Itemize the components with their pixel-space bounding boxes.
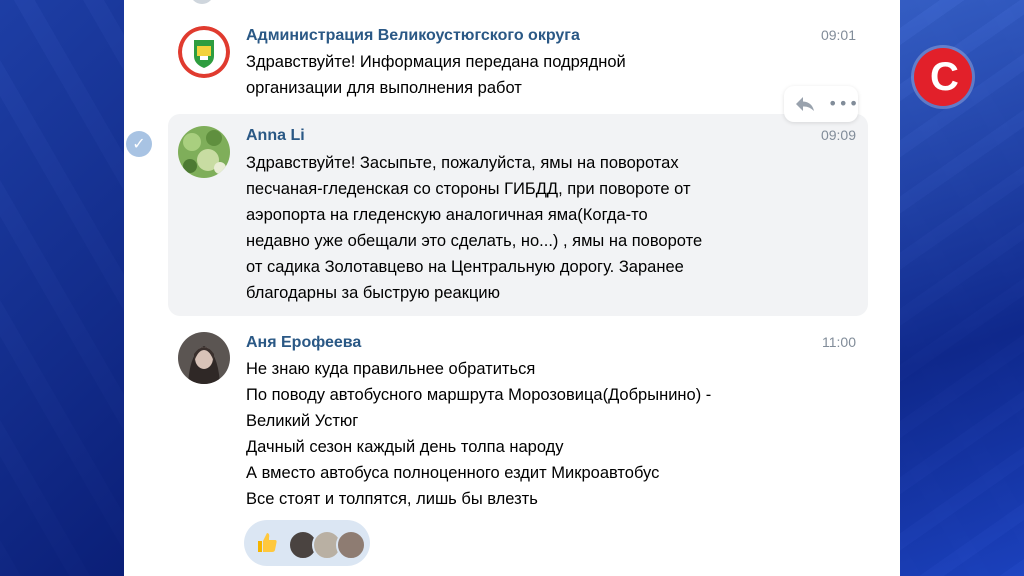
message-actions-toolbar: •••	[784, 86, 858, 122]
author-avatar[interactable]	[178, 332, 230, 384]
thumbs-up-icon[interactable]	[254, 529, 280, 555]
message-line: организации для выполнения работ	[246, 79, 522, 97]
previous-message-avatar	[190, 0, 214, 4]
message-author[interactable]: Администрация Великоустюгского округа	[246, 26, 580, 46]
chat-panel: Администрация Великоустюгского округа 09…	[124, 0, 900, 576]
nature-photo-avatar	[178, 126, 230, 178]
reply-icon[interactable]	[794, 93, 816, 115]
municipality-emblem-icon	[178, 26, 230, 78]
select-check-icon[interactable]: ✓	[126, 131, 152, 157]
message-line: Дачный сезон каждый день толпа народу	[246, 438, 564, 456]
message-author[interactable]: Anna Li	[246, 126, 305, 146]
message-line: Здравствуйте! Засыпьте, пожалуйста, ямы …	[246, 154, 679, 172]
message-author[interactable]: Аня Ерофеева	[246, 333, 361, 353]
more-icon[interactable]: •••	[828, 94, 859, 113]
channel-logo-letter: С	[930, 55, 959, 99]
message-item-selected[interactable]: ✓ Anna Li 09:09 Здравствуйте! Засыпьте, …	[126, 114, 868, 316]
message-text: Здравствуйте! Засыпьте, пожалуйста, ямы …	[246, 150, 846, 306]
reactions-bar[interactable]	[244, 520, 370, 566]
message-text: Не знаю куда правильнее обратиться По по…	[246, 356, 846, 512]
message-line: Великий Устюг	[246, 412, 359, 430]
message-time: 11:00	[822, 334, 856, 350]
tv-channel-logo: С	[914, 48, 972, 106]
author-avatar[interactable]	[178, 26, 230, 78]
message-line: благодарны за быструю реакцию	[246, 284, 500, 302]
message-item[interactable]: Администрация Великоустюгского округа 09…	[168, 14, 868, 104]
reaction-user-avatar[interactable]	[336, 530, 366, 560]
message-time: 09:01	[820, 27, 856, 43]
message-line: песчаная-гледенская со стороны ГИБДД, пр…	[246, 180, 691, 198]
message-line: от садика Золотавцево на Центральную дор…	[246, 258, 684, 276]
message-time: 09:09	[820, 127, 856, 143]
message-line: недавно уже обещали это сделать, но...) …	[246, 232, 703, 250]
message-item[interactable]: Аня Ерофеева 11:00 Не знаю куда правильн…	[168, 322, 868, 512]
message-line: По поводу автобусного маршрута Морозовиц…	[246, 386, 712, 404]
message-line: Здравствуйте! Информация передана подряд…	[246, 53, 626, 71]
author-avatar[interactable]	[178, 126, 230, 178]
message-line: А вместо автобуса полноценного ездит Мик…	[246, 464, 660, 482]
message-line: аэропорта на гледенскую аналогичная яма(…	[246, 206, 648, 224]
user-photo-avatar	[178, 332, 230, 384]
message-line: Все стоят и толпятся, лишь бы влезть	[246, 490, 538, 508]
message-line: Не знаю куда правильнее обратиться	[246, 360, 536, 378]
message-text: Здравствуйте! Информация передана подряд…	[246, 49, 846, 101]
